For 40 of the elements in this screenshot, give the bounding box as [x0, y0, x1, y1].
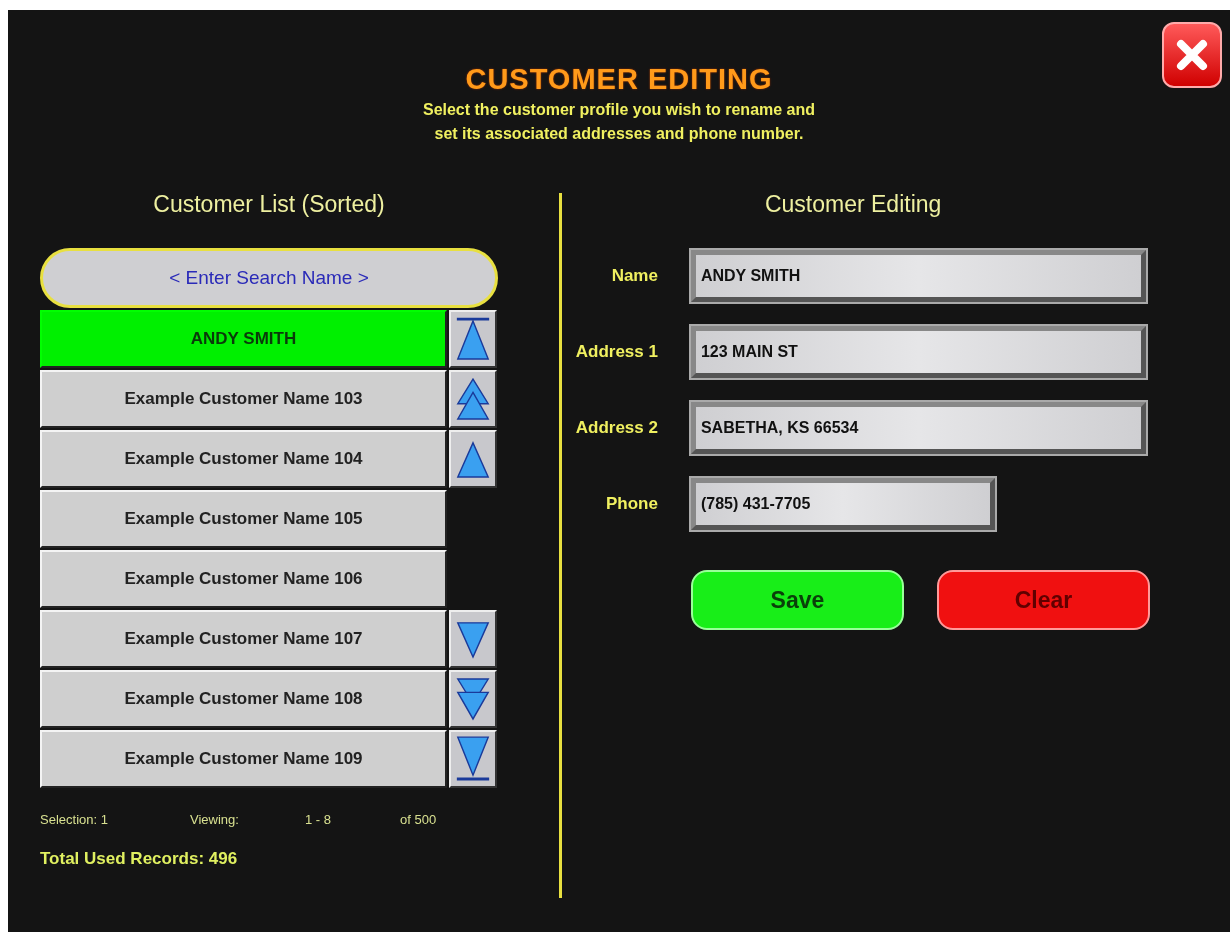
scroll-button[interactable] [449, 670, 497, 728]
list-heading: Customer List (Sorted) [153, 193, 385, 216]
total-used-records: Total Used Records: 496 [40, 847, 239, 870]
customer-row[interactable]: Example Customer Name 106 [40, 550, 447, 608]
customer-row[interactable]: Example Customer Name 109 [40, 730, 447, 788]
scroll-button[interactable] [449, 370, 497, 428]
text-field[interactable]: SABETHA, KS 66534 [690, 402, 1146, 454]
field-label: Name [610, 265, 658, 288]
double-up-arrow-icon [454, 375, 492, 423]
customer-row[interactable]: Example Customer Name 103 [40, 370, 447, 428]
scroll-button[interactable] [449, 730, 497, 788]
scroll-button[interactable] [449, 610, 497, 668]
text-field[interactable]: (785) 431-7705 [690, 478, 995, 530]
close-icon [1175, 38, 1209, 72]
total-count: of 500 [400, 811, 437, 829]
viewing-range: 1 - 8 [305, 811, 332, 829]
arrow-to-top-icon [454, 315, 492, 363]
customer-row[interactable]: Example Customer Name 108 [40, 670, 447, 728]
text-field[interactable]: 123 MAIN ST [690, 326, 1146, 378]
selection-text: Selection: 1 [40, 811, 109, 829]
double-down-arrow-icon [454, 675, 492, 723]
scroll-button[interactable] [449, 430, 497, 488]
arrow-to-bottom-icon [454, 735, 492, 783]
editing-heading: Customer Editing [764, 193, 942, 216]
save-button[interactable]: Save [690, 570, 904, 630]
customer-row[interactable]: Example Customer Name 104 [40, 430, 447, 488]
viewing-label: Viewing: [190, 811, 240, 829]
customer-row[interactable]: Example Customer Name 107 [40, 610, 447, 668]
subtitle-line: set its associated addresses and phone number. [434, 124, 804, 144]
field-label: Address 1 [574, 341, 658, 364]
field-label: Address 2 [574, 417, 658, 440]
field-label: Phone [605, 493, 658, 516]
search-field[interactable]: < Enter Search Name > [40, 248, 498, 308]
customer-row[interactable]: Example Customer Name 105 [40, 490, 447, 548]
subtitle-line: Select the customer profile you wish to rename and [422, 100, 816, 120]
text-field[interactable]: ANDY SMITH [690, 250, 1146, 302]
scroll-button[interactable] [449, 310, 497, 368]
screen-title: CUSTOMER EDITING [465, 65, 773, 94]
customer-row[interactable]: ANDY SMITH [40, 310, 447, 368]
close-button[interactable] [1162, 22, 1222, 88]
